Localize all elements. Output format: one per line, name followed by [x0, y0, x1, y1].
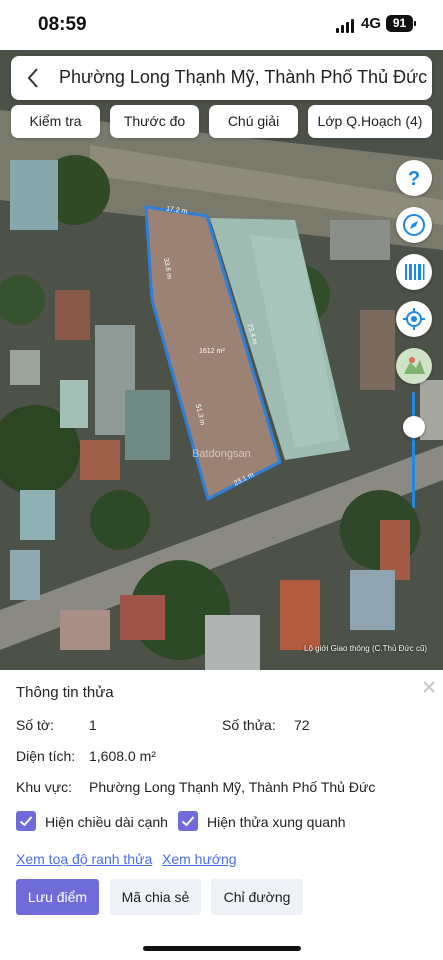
- barcode-button[interactable]: [396, 254, 432, 290]
- compass-button[interactable]: [396, 207, 432, 243]
- panel-title: Thông tin thửa: [16, 684, 114, 701]
- tool-button-legend[interactable]: Chú giải: [209, 105, 298, 138]
- map-attribution: Lộ giới Giao thông (C.Thủ Đức cũ): [304, 644, 428, 653]
- parcel-info-panel: Thông tin thửa Số tờ: 1 Số thửa: 72 Diện…: [0, 670, 443, 960]
- tool-button-check[interactable]: Kiểm tra: [11, 105, 100, 138]
- help-button[interactable]: ?: [396, 160, 432, 196]
- show-neighbors-label[interactable]: Hiện thửa xung quanh: [207, 814, 346, 830]
- close-icon[interactable]: [420, 678, 438, 696]
- edge-label-left: 33.6 m: [162, 257, 173, 279]
- satellite-map[interactable]: 17.2 m 33.6 m 73.4 m 51.3 m 23.1 m 1612 …: [0, 50, 443, 670]
- edge-label-bottom: 23.1 m: [233, 471, 255, 487]
- show-edge-lengths-checkbox[interactable]: [16, 811, 36, 831]
- parcel-overlay[interactable]: 17.2 m 33.6 m 73.4 m 51.3 m 23.1 m 1612 …: [0, 50, 443, 670]
- back-button[interactable]: [19, 63, 49, 93]
- area-label: Diện tích:: [16, 748, 76, 764]
- parcel-number-value: 72: [294, 717, 310, 733]
- checkmark-icon: [181, 816, 195, 827]
- location-header: Phường Long Thạnh Mỹ, Thành Phố Thủ Đức: [11, 56, 432, 100]
- show-edge-lengths-label[interactable]: Hiện chiều dài cạnh: [45, 814, 168, 830]
- edge-label-right: 73.4 m: [245, 323, 258, 346]
- edge-label-inner: 51.3 m: [194, 404, 206, 427]
- area-value: 1,608.0 m²: [89, 748, 156, 764]
- share-code-button[interactable]: Mã chia sẻ: [110, 879, 201, 915]
- basemap-icon: [404, 357, 425, 374]
- chevron-left-icon: [27, 68, 38, 88]
- home-indicator[interactable]: [143, 946, 301, 951]
- view-boundary-coords-link[interactable]: Xem toạ độ ranh thửa: [16, 851, 152, 867]
- compass-icon: [403, 214, 425, 236]
- show-neighbors-checkbox[interactable]: [178, 811, 198, 831]
- directions-button[interactable]: Chỉ đường: [211, 879, 303, 915]
- page-title: Phường Long Thạnh Mỹ, Thành Phố Thủ Đức: [59, 67, 428, 87]
- region-label: Khu vực:: [16, 779, 73, 795]
- locate-button[interactable]: [396, 301, 432, 337]
- checkmark-icon: [19, 816, 33, 827]
- locate-icon: [403, 308, 425, 330]
- parcel-number-label: Số thửa:: [222, 717, 276, 733]
- basemap-button[interactable]: [396, 348, 432, 384]
- watermark: Batdongsan: [192, 448, 251, 460]
- view-direction-link[interactable]: Xem hướng: [162, 851, 237, 867]
- region-value: Phường Long Thạnh Mỹ, Thành Phố Thủ Đức: [89, 779, 376, 795]
- network-type: 4G: [361, 15, 382, 32]
- tool-button-measure[interactable]: Thước đo: [110, 105, 199, 138]
- clock: 08:59: [38, 14, 87, 35]
- sheet-number-label: Số tờ:: [16, 717, 54, 733]
- save-point-button[interactable]: Lưu điểm: [16, 879, 99, 915]
- help-icon: ?: [408, 168, 420, 190]
- tool-button-planning-layers[interactable]: Lớp Q.Hoạch (4): [308, 105, 432, 138]
- edge-label-top: 17.2 m: [166, 206, 188, 216]
- opacity-slider-track[interactable]: [412, 392, 415, 508]
- battery-icon: 91: [386, 15, 416, 32]
- svg-text:?: ?: [408, 168, 420, 190]
- area-label: 1612 m²: [199, 348, 225, 355]
- opacity-slider-thumb[interactable]: [403, 416, 425, 438]
- barcode-icon: [405, 264, 425, 280]
- status-bar: 08:59 4G 91: [0, 0, 443, 50]
- signal-icon: [336, 19, 356, 33]
- sheet-number-value: 1: [89, 717, 97, 733]
